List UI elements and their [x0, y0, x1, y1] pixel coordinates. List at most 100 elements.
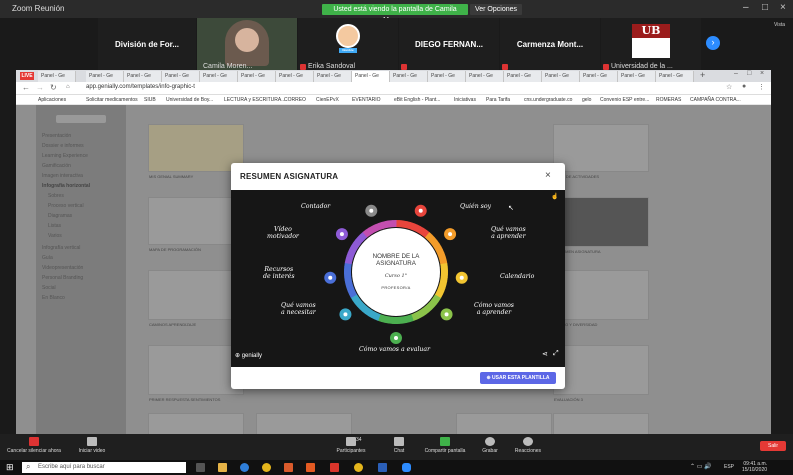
- bookmark[interactable]: ROMERAS: [656, 97, 681, 103]
- browser-tab[interactable]: Panel - Ge: [38, 71, 76, 82]
- forward-icon[interactable]: →: [36, 83, 44, 92]
- leave-button[interactable]: Salir: [760, 441, 786, 451]
- chat-button[interactable]: Chat: [384, 437, 414, 454]
- sidebar-item[interactable]: Guía: [42, 255, 53, 261]
- template-card[interactable]: BANCO Y DIVERSIDAD: [553, 270, 649, 327]
- browser-tab[interactable]: Panel - Ge: [314, 71, 352, 82]
- bookmark[interactable]: LECTURA y ESCRITURA...: [224, 97, 285, 103]
- sidebar-subitem[interactable]: Proceso vertical: [48, 203, 84, 209]
- browser-tab[interactable]: Panel - Ge: [390, 71, 428, 82]
- unmute-button[interactable]: Cancelar silenciar ahora: [4, 437, 64, 454]
- profile-icon[interactable]: ●: [742, 83, 746, 90]
- start-video-button[interactable]: Iniciar video: [70, 437, 114, 454]
- browser-tab[interactable]: Panel - Ge: [428, 71, 466, 82]
- preview-board[interactable]: NOMBRE DE LA ASIGNATURA Curso 1° PROFESO…: [231, 190, 565, 367]
- sidebar-item[interactable]: Personal Branding: [42, 275, 83, 281]
- sidebar-item[interactable]: Social: [42, 285, 56, 291]
- sidebar-subitem[interactable]: Listas: [48, 223, 61, 229]
- browser-tab-active[interactable]: Panel - Ge: [352, 71, 390, 82]
- task-view-icon[interactable]: [196, 463, 205, 472]
- browser-tab[interactable]: Panel - Ge: [86, 71, 124, 82]
- bookmark[interactable]: Para Tarifa: [486, 97, 510, 103]
- participant-tile[interactable]: División de For...: [98, 18, 196, 72]
- browser-tab[interactable]: Panel - Ge: [276, 71, 314, 82]
- acrobat-icon[interactable]: [330, 463, 339, 472]
- reactions-button[interactable]: Reacciones: [510, 437, 546, 454]
- menu-icon[interactable]: ⋮: [758, 83, 765, 91]
- sidebar-subitem[interactable]: Diagramas: [48, 213, 72, 219]
- browser-tab[interactable]: Panel - Ge: [466, 71, 504, 82]
- bookmark[interactable]: CORREO: [284, 97, 306, 103]
- participant-tile[interactable]: UB Universidad de la ...: [601, 18, 701, 72]
- browser-tab[interactable]: Panel - Ge: [504, 71, 542, 82]
- taskbar-search-input[interactable]: Escribe aquí para buscar: [22, 462, 186, 473]
- browser-tab[interactable]: Panel - Ge: [124, 71, 162, 82]
- bookmark[interactable]: Solicitar medicamentos: [86, 97, 138, 103]
- bookmark[interactable]: EVENTARIO: [352, 97, 381, 103]
- browser-tab[interactable]: Panel - Ge: [580, 71, 618, 82]
- participant-tile[interactable]: Nombre Erika Sandoval: [298, 18, 398, 72]
- sidebar-subitem[interactable]: Varios: [48, 233, 62, 239]
- sidebar-item[interactable]: Dossier e informes: [42, 143, 84, 149]
- sidebar-item[interactable]: Learning Experience: [42, 153, 88, 159]
- browser-minimize-icon[interactable]: –: [734, 70, 738, 77]
- back-icon[interactable]: ←: [22, 83, 30, 92]
- star-icon[interactable]: ☆: [726, 83, 732, 91]
- template-card[interactable]: EVALUACIÓN 3: [553, 345, 649, 402]
- browser-tab[interactable]: Panel - Ge: [618, 71, 656, 82]
- bookmark[interactable]: Iniciativas: [454, 97, 476, 103]
- browser-tab[interactable]: Panel - Ge: [238, 71, 276, 82]
- next-page-icon[interactable]: ›: [706, 36, 720, 50]
- bookmark[interactable]: CAMPAÑA CONTRA...: [690, 97, 741, 103]
- share-icon[interactable]: ⋖: [542, 350, 548, 358]
- template-card[interactable]: MAPA DE PROGRAMACIÓN: [148, 197, 244, 252]
- sidebar-item[interactable]: Gamificación: [42, 163, 71, 169]
- bookmark[interactable]: cns.undergraduate.co: [524, 97, 572, 103]
- sidebar-subitem[interactable]: Sobres: [48, 193, 64, 199]
- record-button[interactable]: Grabar: [476, 437, 504, 454]
- view-options-button[interactable]: Ver Opciones: [470, 4, 522, 15]
- bookmark[interactable]: gelo: [582, 97, 591, 103]
- template-card[interactable]: MAPA DE ACTIVIDADES: [553, 124, 649, 179]
- participant-tile-video[interactable]: Camila Moren...: [197, 18, 297, 72]
- reload-icon[interactable]: ↻: [50, 83, 57, 92]
- maximize-icon[interactable]: □: [762, 2, 768, 13]
- chrome-icon[interactable]: [354, 463, 363, 472]
- bookmark[interactable]: CienEPvX: [316, 97, 339, 103]
- share-screen-button[interactable]: Compartir pantalla: [418, 437, 472, 454]
- browser-tab[interactable]: Panel - Ge: [656, 71, 694, 82]
- bookmark[interactable]: SIUB: [144, 97, 156, 103]
- participants-button[interactable]: Participantes: [330, 437, 372, 454]
- participant-tile[interactable]: DIEGO FERNAN...: [399, 18, 499, 72]
- sidebar-item[interactable]: Imagen interactiva: [42, 173, 83, 179]
- browser-tab[interactable]: Panel - Ge: [162, 71, 200, 82]
- template-card[interactable]: CAMINOS APRENDIZAJE: [148, 270, 244, 327]
- sidebar-item[interactable]: En Blanco: [42, 295, 65, 301]
- file-explorer-icon[interactable]: [218, 463, 227, 472]
- windows-start-icon[interactable]: ⊞: [6, 462, 14, 473]
- bookmark[interactable]: eBit English - Plant...: [394, 97, 440, 103]
- zoom-app-icon[interactable]: [402, 463, 411, 472]
- url-field[interactable]: app.genially.com/templates/info-graphic-…: [86, 84, 195, 90]
- browser-tab[interactable]: Panel - Ge: [200, 71, 238, 82]
- template-card[interactable]: MIS GENIAL SUMMARY: [148, 124, 244, 179]
- office-icon[interactable]: [284, 463, 293, 472]
- taskbar-clock[interactable]: 09:41 a.m. 15/10/2020: [742, 461, 767, 473]
- interactive-icon[interactable]: ☝: [551, 193, 558, 200]
- participant-tile[interactable]: Carmenza Mont...: [500, 18, 600, 72]
- language-indicator[interactable]: ESP: [724, 464, 734, 470]
- new-tab-icon[interactable]: +: [700, 70, 705, 80]
- word-icon[interactable]: [378, 463, 387, 472]
- minimize-icon[interactable]: –: [743, 2, 749, 13]
- browser-maximize-icon[interactable]: □: [747, 70, 751, 77]
- edge-icon[interactable]: [240, 463, 249, 472]
- chrome-icon[interactable]: [262, 463, 271, 472]
- fullscreen-icon[interactable]: ⤢: [553, 350, 559, 358]
- bookmark[interactable]: Aplicaciones: [38, 97, 66, 103]
- bookmark[interactable]: Convenio ESP entre...: [600, 97, 649, 103]
- sidebar-item[interactable]: Videopresentación: [42, 265, 83, 271]
- close-icon[interactable]: ×: [780, 2, 786, 13]
- sidebar-search[interactable]: [56, 115, 106, 123]
- gallery-view-label[interactable]: Vista: [774, 22, 785, 28]
- sidebar-item[interactable]: Presentación: [42, 133, 71, 139]
